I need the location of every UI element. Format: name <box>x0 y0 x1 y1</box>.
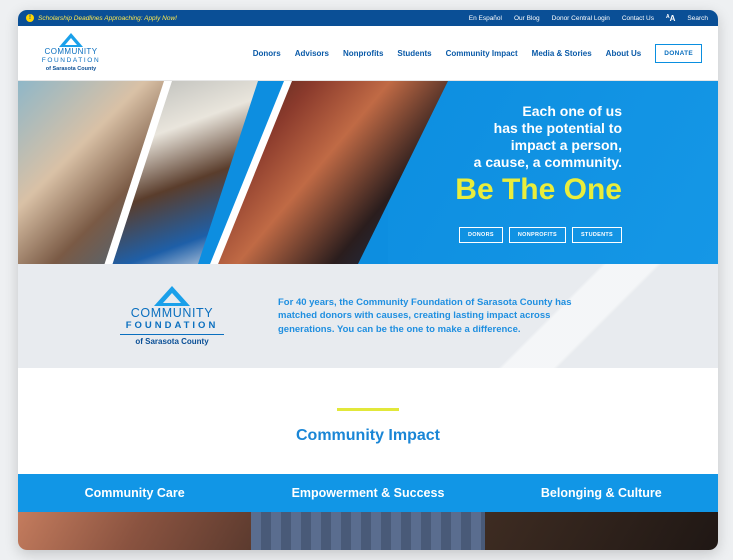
logo-line-1: COMMUNITY <box>44 46 98 56</box>
empowerment-image[interactable] <box>251 512 485 550</box>
intro-logo-line-2: FOUNDATION <box>125 320 219 331</box>
font-size-toggle[interactable]: AA <box>666 14 675 23</box>
utility-links: En Español Our Blog Donor Central Login … <box>469 14 708 23</box>
hero-buttons: DONORS NONPROFITS STUDENTS <box>458 227 622 243</box>
hero-headline: Be The One <box>455 173 622 206</box>
nav-about-us[interactable]: About Us <box>606 49 642 58</box>
nav-nonprofits[interactable]: Nonprofits <box>343 49 383 58</box>
hero-line: a cause, a community. <box>473 154 622 170</box>
logo-rule <box>120 334 224 335</box>
hero-donors-button[interactable]: DONORS <box>458 227 503 243</box>
nav-donors[interactable]: Donors <box>253 49 281 58</box>
nav-students[interactable]: Students <box>397 49 431 58</box>
hero-line: impact a person, <box>510 137 622 153</box>
section-title: Community Impact <box>295 427 440 444</box>
nav-community-impact[interactable]: Community Impact <box>446 49 518 58</box>
category-belonging-culture[interactable]: Belonging & Culture <box>485 486 718 500</box>
utility-bar: ! Scholarship Deadlines Approaching: App… <box>18 10 718 26</box>
main-nav: Donors Advisors Nonprofits Students Comm… <box>253 43 702 63</box>
font-toggle-label-large: A <box>669 13 676 23</box>
impact-categories: Community Care Empowerment & Success Bel… <box>18 474 718 512</box>
link-contact[interactable]: Contact Us <box>622 15 654 22</box>
hero-banner: Each one of us has the potential to impa… <box>18 81 718 264</box>
hero-line: Each one of us <box>522 103 622 119</box>
hero-line: has the potential to <box>493 120 622 136</box>
search-link[interactable]: Search <box>687 15 708 22</box>
link-donor-login[interactable]: Donor Central Login <box>552 15 610 22</box>
alert-icon: ! <box>26 14 34 22</box>
logo-line-2: FOUNDATION <box>41 56 101 64</box>
link-blog[interactable]: Our Blog <box>514 15 540 22</box>
category-images <box>18 512 718 550</box>
community-impact-section: Community Impact <box>18 368 718 474</box>
logo-mark-icon <box>59 32 83 47</box>
accent-bar <box>337 408 399 411</box>
intro-section: COMMUNITY FOUNDATION of Sarasota County … <box>18 264 718 368</box>
hero-students-button[interactable]: STUDENTS <box>571 227 622 243</box>
logo-mark-icon <box>154 286 190 306</box>
nav-media-stories[interactable]: Media & Stories <box>532 49 592 58</box>
browser-page: ! Scholarship Deadlines Approaching: App… <box>18 10 718 550</box>
intro-paragraph: For 40 years, the Community Foundation o… <box>278 296 572 335</box>
nav-advisors[interactable]: Advisors <box>295 49 329 58</box>
donate-button[interactable]: DONATE <box>655 43 702 63</box>
link-espanol[interactable]: En Español <box>469 15 502 22</box>
hero-nonprofits-button[interactable]: NONPROFITS <box>508 227 566 243</box>
belonging-image[interactable] <box>484 512 718 550</box>
community-care-image[interactable] <box>18 512 252 550</box>
alert-text[interactable]: Scholarship Deadlines Approaching: Apply… <box>38 15 177 22</box>
intro-logo-line-1: COMMUNITY <box>130 306 214 320</box>
scholarship-alert[interactable]: ! Scholarship Deadlines Approaching: App… <box>26 14 177 22</box>
site-header: COMMUNITY FOUNDATION of Sarasota County … <box>18 26 718 81</box>
category-empowerment-success[interactable]: Empowerment & Success <box>251 486 484 500</box>
logo-line-3: of Sarasota County <box>45 65 97 72</box>
intro-logo-line-3: of Sarasota County <box>135 337 209 346</box>
hero-tagline: Each one of us has the potential to impa… <box>392 103 622 171</box>
category-community-care[interactable]: Community Care <box>18 486 251 500</box>
intro-logo: COMMUNITY FOUNDATION of Sarasota County <box>82 286 262 346</box>
site-logo[interactable]: COMMUNITY FOUNDATION of Sarasota County <box>38 32 104 74</box>
